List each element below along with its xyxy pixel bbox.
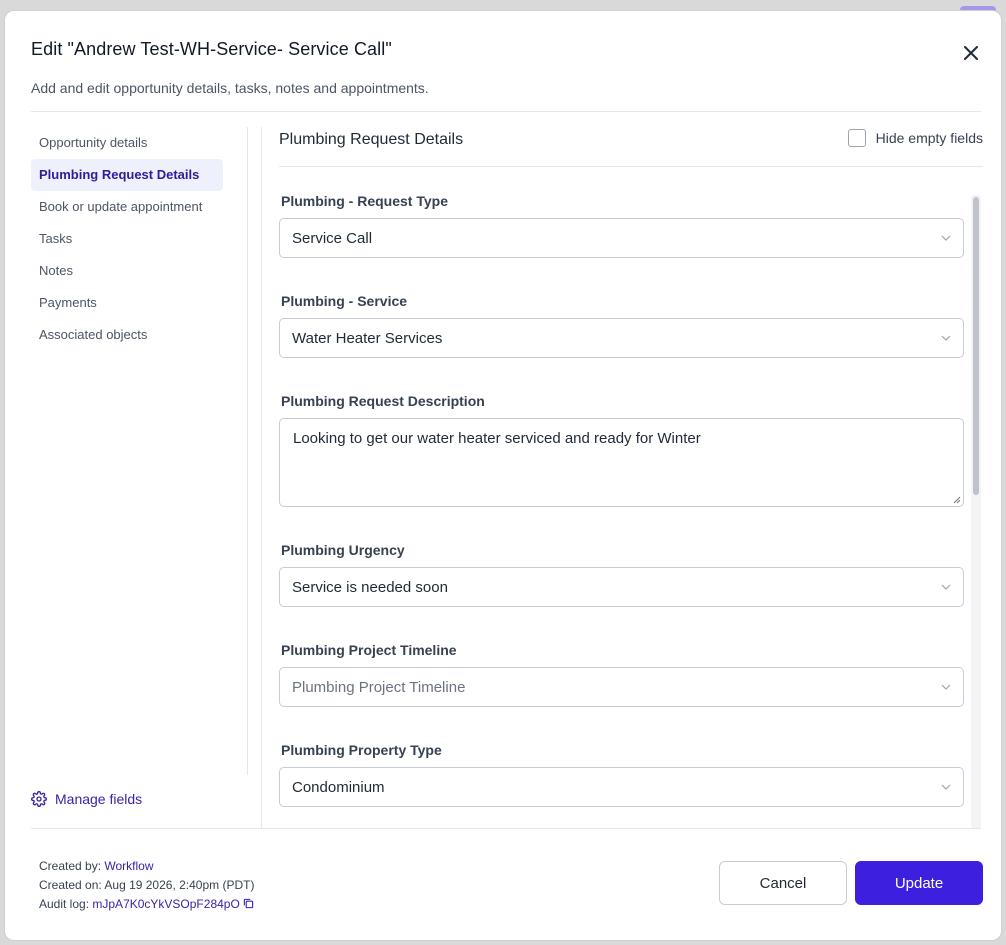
field-service: Plumbing - Service Water Heater Services [279,293,965,358]
description-textarea[interactable]: Looking to get our water heater serviced… [279,418,964,507]
section-divider [279,166,983,167]
field-property-type: Plumbing Property Type Condominium [279,742,965,807]
modal-header: Edit "Andrew Test-WH-Service- Service Ca… [31,39,981,96]
select-value: Service is needed soon [292,578,448,596]
section-title: Plumbing Request Details [279,131,464,148]
sidebar-item-associated-objects[interactable]: Associated objects [31,319,223,351]
close-button[interactable] [959,41,983,65]
created-on-label: Created on: [39,878,102,892]
hide-empty-fields-toggle[interactable]: Hide empty fields [847,129,983,147]
request-type-select[interactable]: Service Call [279,218,964,258]
manage-fields-label: Manage fields [55,791,143,807]
field-label: Plumbing Request Description [281,393,485,409]
hide-empty-checkbox[interactable] [847,129,866,147]
edit-opportunity-modal: Edit "Andrew Test-WH-Service- Service Ca… [4,10,1002,941]
field-label: Plumbing - Request Type [281,193,448,209]
modal-subtitle: Add and edit opportunity details, tasks,… [31,80,429,96]
created-on-value: Aug 19 2026, 2:40pm (PDT) [104,878,255,892]
sidebar-item-plumbing-request-details[interactable]: Plumbing Request Details [31,159,223,191]
created-by-link[interactable]: Workflow [104,859,153,873]
created-on-row: Created on: Aug 19 2026, 2:40pm (PDT) [39,876,254,895]
urgency-select[interactable]: Service is needed soon [279,567,964,607]
field-urgency: Plumbing Urgency Service is needed soon [279,542,965,607]
select-value: Service Call [292,229,373,247]
select-placeholder: Plumbing Project Timeline [292,678,466,696]
field-timeline: Plumbing Project Timeline Plumbing Proje… [279,642,965,707]
select-value: Condominium [292,778,385,796]
sidebar-divider [247,127,248,775]
sidebar-item-book-appointment[interactable]: Book or update appointment [31,191,223,223]
chevron-down-icon [941,784,951,790]
timeline-select[interactable]: Plumbing Project Timeline [279,667,964,707]
cancel-button[interactable]: Cancel [719,861,847,905]
property-type-select[interactable]: Condominium [279,767,964,807]
resize-handle-icon[interactable] [953,496,961,504]
sidebar-item-opportunity-details[interactable]: Opportunity details [31,127,223,159]
update-button[interactable]: Update [855,861,983,905]
hide-empty-label: Hide empty fields [875,130,983,146]
select-value: Water Heater Services [292,329,443,347]
copy-icon[interactable] [243,898,254,909]
field-label: Plumbing Project Timeline [281,642,457,658]
close-icon [964,46,978,60]
textarea-value: Looking to get our water heater serviced… [293,430,701,447]
sidebar-item-notes[interactable]: Notes [31,255,223,287]
modal-title: Edit "Andrew Test-WH-Service- Service Ca… [31,39,392,59]
field-description: Plumbing Request Description Looking to … [279,393,965,507]
created-by-row: Created by: Workflow [39,857,254,876]
field-request-type: Plumbing - Request Type Service Call [279,193,965,258]
scrollbar-thumb[interactable] [973,197,979,495]
gear-icon [31,791,47,807]
audit-log-row: Audit log: mJpA7K0cYkVSOpF284pO [39,895,254,914]
fields-scroll-area: Plumbing - Request Type Service Call Plu… [279,177,965,829]
sidebar-nav: Opportunity details Plumbing Request Det… [31,127,247,775]
chevron-down-icon [941,684,951,690]
header-divider [31,111,981,112]
field-label: Plumbing - Service [281,293,408,309]
field-label: Plumbing Urgency [281,542,405,558]
sidebar-item-payments[interactable]: Payments [31,287,223,319]
chevron-down-icon [941,335,951,341]
manage-fields-link[interactable]: Manage fields [31,791,142,807]
created-by-label: Created by: [39,859,102,873]
content-divider [261,127,262,829]
chevron-down-icon [941,235,951,241]
field-label: Plumbing Property Type [281,742,442,758]
section-header: Plumbing Request Details Hide empty fiel… [279,127,983,167]
footer-divider [31,828,981,829]
service-select[interactable]: Water Heater Services [279,318,964,358]
audit-log-link[interactable]: mJpA7K0cYkVSOpF284pO [92,897,239,911]
record-meta: Created by: Workflow Created on: Aug 19 … [39,857,254,914]
sidebar-item-tasks[interactable]: Tasks [31,223,223,255]
chevron-down-icon [941,584,951,590]
audit-log-label: Audit log: [39,897,90,911]
